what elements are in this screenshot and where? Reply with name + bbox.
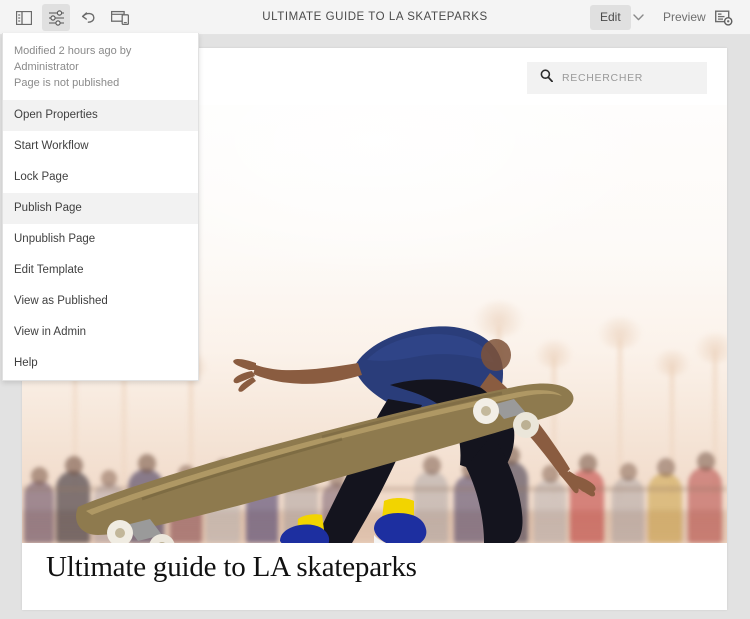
aem-page-editor: ULTIMATE GUIDE TO LA SKATEPARKS Edit Pre… xyxy=(0,0,750,619)
page-properties-toggle-icon[interactable] xyxy=(42,4,70,31)
sidebar-toggle-icon[interactable] xyxy=(10,4,38,31)
editor-toolbar: ULTIMATE GUIDE TO LA SKATEPARKS Edit Pre… xyxy=(0,0,750,35)
page-published-status: Page is not published xyxy=(14,75,187,91)
search-placeholder: RECHERCHER xyxy=(562,72,643,84)
page-modified-status: Modified 2 hours ago by Administrator xyxy=(14,43,187,75)
menu-item-lock-page[interactable]: Lock Page xyxy=(3,162,198,193)
edit-mode-button[interactable]: Edit xyxy=(590,5,631,30)
menu-item-open-properties[interactable]: Open Properties xyxy=(3,100,198,131)
menu-item-help[interactable]: Help xyxy=(3,348,198,379)
menu-item-view-as-published[interactable]: View as Published xyxy=(3,286,198,317)
article-heading: Ultimate guide to LA skateparks xyxy=(22,551,727,584)
page-info-icon[interactable] xyxy=(710,5,738,30)
search-input[interactable]: RECHERCHER xyxy=(527,62,707,94)
search-icon xyxy=(540,69,553,87)
page-actions-menu: Modified 2 hours ago by Administrator Pa… xyxy=(2,33,199,381)
menu-item-publish-page[interactable]: Publish Page xyxy=(3,193,198,224)
preview-button[interactable]: Preview xyxy=(657,5,712,30)
menu-item-edit-template[interactable]: Edit Template xyxy=(3,255,198,286)
menu-item-view-in-admin[interactable]: View in Admin xyxy=(3,317,198,348)
menu-item-start-workflow[interactable]: Start Workflow xyxy=(3,131,198,162)
chevron-down-icon[interactable] xyxy=(626,5,650,30)
undo-icon[interactable] xyxy=(74,4,102,31)
device-preview-icon[interactable] xyxy=(106,4,134,31)
menu-item-unpublish-page[interactable]: Unpublish Page xyxy=(3,224,198,255)
page-status-block: Modified 2 hours ago by Administrator Pa… xyxy=(3,33,198,100)
